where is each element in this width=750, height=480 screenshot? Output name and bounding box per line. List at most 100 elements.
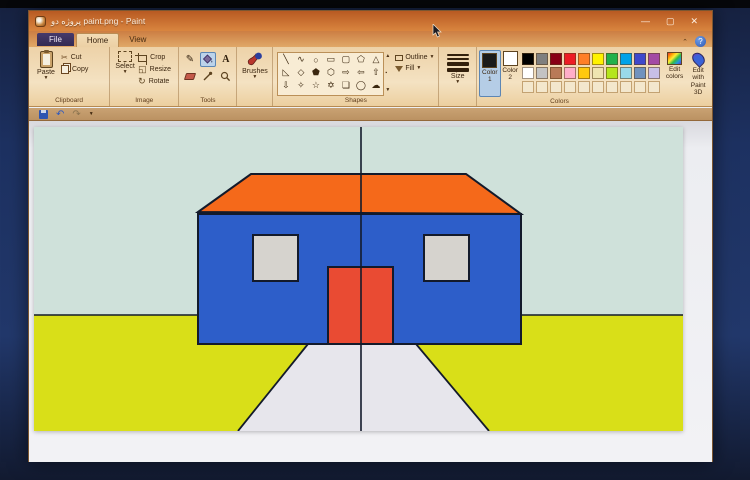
minimize-button[interactable]: — (641, 17, 650, 26)
eraser-icon (184, 73, 196, 80)
cut-button[interactable]: ✂ Cut (61, 52, 88, 62)
shape-option-3[interactable]: ▭ (323, 53, 338, 66)
shape-option-4[interactable]: ▢ (338, 53, 353, 66)
size-button[interactable]: Size ▼ (443, 50, 473, 96)
color-picker-tool[interactable] (200, 69, 216, 84)
shapes-scroll-down-icon[interactable]: ▼ (385, 87, 390, 93)
edit-with-paint3d-button[interactable]: Edit with Paint 3D (686, 50, 710, 97)
select-icon (118, 51, 132, 62)
palette-color-10[interactable] (522, 67, 534, 79)
shape-option-15[interactable]: ✧ (293, 79, 308, 92)
palette-color-18[interactable] (634, 67, 646, 79)
edit-colors-icon (667, 52, 682, 65)
shape-option-14[interactable]: ⇩ (278, 79, 293, 92)
shape-option-16[interactable]: ☆ (308, 79, 323, 92)
rotate-icon: ↻ (138, 77, 146, 85)
outline-dropdown[interactable]: Outline ▼ (395, 54, 434, 61)
shape-option-0[interactable]: ╲ (278, 53, 293, 66)
clipboard-group-label: Clipboard (29, 96, 109, 106)
palette-empty-slot-8[interactable] (634, 81, 646, 93)
palette-empty-slot-2[interactable] (550, 81, 562, 93)
shape-option-17[interactable]: ✡ (323, 79, 338, 92)
shape-option-8[interactable]: ◇ (293, 66, 308, 79)
palette-color-12[interactable] (550, 67, 562, 79)
palette-color-19[interactable] (648, 67, 660, 79)
palette-color-17[interactable] (620, 67, 632, 79)
palette-color-15[interactable] (592, 67, 604, 79)
maximize-button[interactable]: ▢ (666, 17, 675, 26)
group-tools: ✎ A Tools (179, 47, 237, 106)
palette-empty-slot-3[interactable] (564, 81, 576, 93)
palette-color-8[interactable] (634, 53, 646, 65)
paint-canvas[interactable] (34, 127, 683, 431)
paste-button[interactable]: Paste ▼ (31, 50, 61, 96)
shape-option-20[interactable]: ☁ (368, 79, 383, 92)
palette-empty-slot-1[interactable] (536, 81, 548, 93)
pencil-tool[interactable]: ✎ (182, 52, 198, 67)
palette-empty-slot-6[interactable] (606, 81, 618, 93)
rotate-button[interactable]: ↻ Rotate (138, 76, 171, 86)
tab-view[interactable]: View (119, 33, 156, 47)
palette-color-1[interactable] (536, 53, 548, 65)
brushes-button[interactable]: Brushes ▼ (239, 50, 270, 96)
palette-empty-slot-0[interactable] (522, 81, 534, 93)
shape-option-5[interactable]: ⬠ (353, 53, 368, 66)
palette-empty-slot-7[interactable] (620, 81, 632, 93)
palette-color-2[interactable] (550, 53, 562, 65)
outline-caret-icon: ▼ (430, 56, 435, 59)
shape-option-18[interactable]: ❏ (338, 79, 353, 92)
shape-option-19[interactable]: ◯ (353, 79, 368, 92)
palette-color-9[interactable] (648, 53, 660, 65)
edit-colors-button[interactable]: Edit colors (663, 50, 687, 97)
qat-caret-icon[interactable]: ▼ (89, 111, 94, 117)
palette-empty-slot-5[interactable] (592, 81, 604, 93)
palette-color-14[interactable] (578, 67, 590, 79)
text-tool[interactable]: A (218, 52, 234, 67)
palette-empty-slot-4[interactable] (578, 81, 590, 93)
save-button[interactable] (39, 110, 48, 119)
fill-dropdown[interactable]: Fill ▼ (395, 65, 434, 72)
shape-option-1[interactable]: ∿ (293, 53, 308, 66)
color1-button[interactable]: Color 1 (479, 50, 501, 97)
palette-color-5[interactable] (592, 53, 604, 65)
palette-color-11[interactable] (536, 67, 548, 79)
shape-option-11[interactable]: ⇨ (338, 66, 353, 79)
shape-option-9[interactable]: ⬟ (308, 66, 323, 79)
crop-button[interactable]: Crop (138, 52, 171, 62)
select-caret-icon: ▼ (123, 71, 128, 74)
help-icon[interactable]: ? (695, 36, 706, 47)
close-button[interactable]: ✕ (690, 17, 698, 26)
color2-swatch (503, 51, 518, 66)
titlebar[interactable]: پروژه دو paint.png - Paint — ▢ ✕ (29, 11, 712, 31)
shapes-scroll-up-icon[interactable]: ▲ (385, 53, 390, 59)
palette-empty-slot-9[interactable] (648, 81, 660, 93)
shape-option-6[interactable]: △ (368, 53, 383, 66)
magnifier-tool[interactable] (218, 69, 234, 84)
palette-color-0[interactable] (522, 53, 534, 65)
shape-option-7[interactable]: ◺ (278, 66, 293, 79)
color2-button[interactable]: Color 2 (501, 50, 520, 97)
fill-icon (395, 66, 403, 72)
palette-color-4[interactable] (578, 53, 590, 65)
quick-access-toolbar: ↶ ↷ ▼ (29, 108, 712, 121)
shapes-scrollbar[interactable]: ▲ ▪ ▼ (384, 50, 391, 96)
palette-color-6[interactable] (606, 53, 618, 65)
tab-home[interactable]: Home (76, 33, 119, 47)
palette-color-16[interactable] (606, 67, 618, 79)
shape-option-13[interactable]: ⇧ (368, 66, 383, 79)
shapes-scroll-mid-icon[interactable]: ▪ (385, 70, 390, 76)
eraser-tool[interactable] (182, 69, 198, 84)
resize-button[interactable]: ◱ Resize (138, 64, 171, 74)
fill-bucket-tool[interactable] (200, 52, 216, 67)
redo-button[interactable]: ↷ (72, 110, 80, 119)
palette-color-13[interactable] (564, 67, 576, 79)
collapse-ribbon-icon[interactable]: ⌃ (682, 38, 688, 46)
shape-option-12[interactable]: ⇦ (353, 66, 368, 79)
palette-color-7[interactable] (620, 53, 632, 65)
shape-option-2[interactable]: ○ (308, 53, 323, 66)
palette-color-3[interactable] (564, 53, 576, 65)
tab-file[interactable]: File (37, 33, 74, 46)
undo-button[interactable]: ↶ (56, 110, 64, 119)
shape-option-10[interactable]: ⬡ (323, 66, 338, 79)
copy-button[interactable]: Copy (61, 64, 88, 74)
